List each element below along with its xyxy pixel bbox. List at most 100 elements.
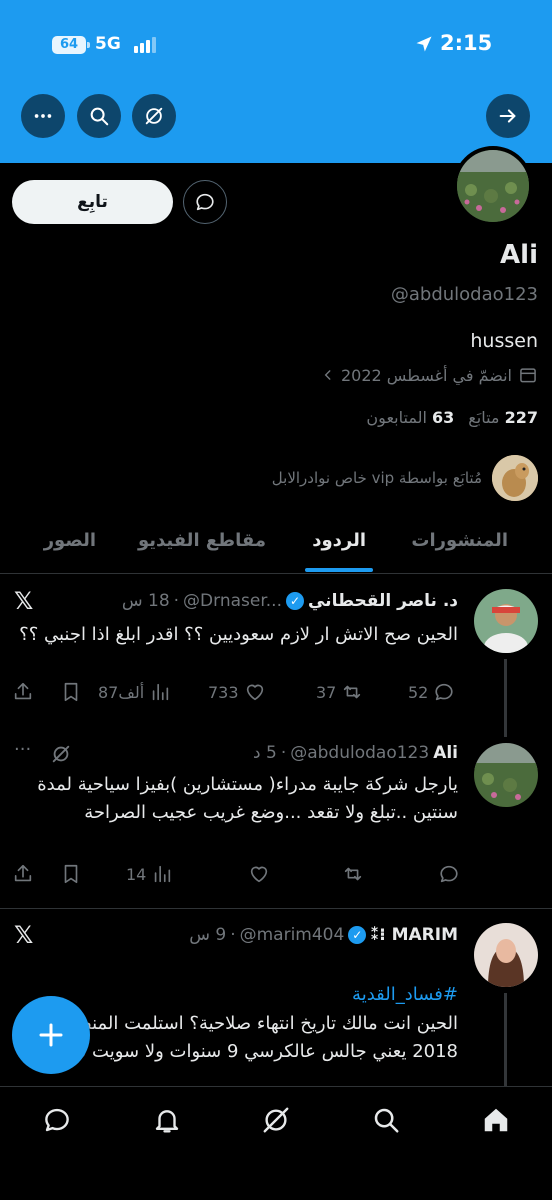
- followed-by-text: مُتابَع بواسطة vip خاص نوادرالابل: [271, 469, 482, 487]
- tweet-2-name[interactable]: Ali: [433, 743, 458, 763]
- grok-icon: [145, 107, 163, 125]
- tweet-2-handle: @abdulodao123: [290, 743, 430, 763]
- followers-stat[interactable]: 63 المتابعون: [366, 408, 454, 427]
- retweet-icon: [344, 867, 362, 881]
- signal-icon: [134, 37, 156, 53]
- tweet-more-icon[interactable]: ···: [14, 739, 31, 760]
- bookmark-icon: [64, 682, 78, 702]
- message-button[interactable]: [183, 180, 227, 224]
- tab-posts[interactable]: المنشورات: [411, 530, 508, 551]
- x-logo-icon: 𝕏: [14, 587, 34, 615]
- nav-grok[interactable]: [259, 1103, 293, 1137]
- tweet-1-header: د. ناصر القحطاني ✓ @Drnaser... · 18 س: [121, 591, 458, 611]
- tweet-3-header: MARIM ⁝⁑ ✓ @marim404 · 9 س: [189, 925, 458, 945]
- x-logo-icon: 𝕏: [14, 921, 34, 949]
- views-count: 14: [126, 864, 147, 884]
- status-bar: 64 5G 2:15: [0, 0, 552, 90]
- follow-button[interactable]: تابِع: [12, 180, 173, 224]
- tab-replies[interactable]: الردود: [312, 530, 366, 551]
- profile-stats: 227 متابَع 63 المتابعون: [366, 408, 538, 427]
- tweet-3-name[interactable]: MARIM ⁝⁑: [370, 925, 458, 945]
- tweet-2-header: Ali @abdulodao123 · 5 د: [253, 743, 458, 763]
- retweet-button[interactable]: 37: [316, 681, 363, 703]
- chevron-left-icon: [324, 370, 331, 380]
- search-button[interactable]: [77, 94, 121, 138]
- followers-label: المتابعون: [366, 408, 427, 427]
- joined-text: انضمّ في أغسطس 2022: [341, 365, 512, 385]
- retweet-button[interactable]: [342, 863, 364, 885]
- grok-icon: [263, 1107, 289, 1133]
- bottom-navigation: [0, 1086, 552, 1200]
- followers-count: 63: [431, 408, 455, 427]
- reply-icon: [440, 865, 458, 883]
- following-count: 227: [504, 408, 538, 427]
- bell-icon: [155, 1110, 179, 1133]
- home-icon: [484, 1108, 508, 1132]
- share-icon: [14, 864, 32, 882]
- battery-indicator: 64: [52, 36, 90, 54]
- nav-messages[interactable]: [40, 1103, 74, 1137]
- tab-videos[interactable]: مقاطع الفيديو: [138, 530, 266, 551]
- tweet-1-handle: @Drnaser...: [183, 591, 282, 611]
- bookmark-button[interactable]: [60, 681, 82, 703]
- share-icon: [14, 682, 32, 700]
- tweet-1-time: 18 س: [121, 591, 170, 611]
- tweet-2-time: 5 د: [253, 743, 277, 763]
- avatar-image: [457, 150, 529, 222]
- message-icon: [45, 1108, 69, 1132]
- profile-avatar[interactable]: [453, 146, 533, 226]
- nav-home[interactable]: [479, 1103, 513, 1137]
- tweet-3-time: 9 س: [189, 925, 227, 945]
- nav-notifications[interactable]: [150, 1103, 184, 1137]
- tweet-1-avatar[interactable]: [474, 589, 538, 653]
- views-icon: [153, 683, 169, 701]
- tweet-3-avatar[interactable]: [474, 923, 538, 987]
- reply-button[interactable]: 52: [408, 681, 455, 703]
- tab-photos[interactable]: الصور: [44, 530, 96, 551]
- nav-search[interactable]: [369, 1103, 403, 1137]
- retweet-icon: [344, 685, 361, 699]
- tweet-3-handle: @marim404: [239, 925, 345, 945]
- reply-button[interactable]: [438, 863, 460, 885]
- profile-tabs: المنشورات الردود مقاطع الفيديو الصور: [0, 512, 552, 574]
- arrow-right-icon: [499, 109, 516, 123]
- message-icon: [196, 193, 214, 211]
- heart-icon: [250, 866, 268, 883]
- followed-by[interactable]: مُتابَع بواسطة vip خاص نوادرالابل: [272, 455, 538, 501]
- more-icon: [34, 114, 52, 118]
- views-button[interactable]: 14: [126, 863, 173, 885]
- active-tab-indicator: [305, 568, 373, 572]
- joined-date: انضمّ في أغسطس 2022: [321, 365, 538, 385]
- thread-line: [504, 659, 507, 737]
- tweet-3-hashtag[interactable]: #فساد_القدية: [18, 981, 458, 1009]
- grok-icon[interactable]: [50, 743, 72, 765]
- tweet-2-text: يارجل شركة جايبة مدراء( مستشارين )بفيزا …: [37, 774, 458, 823]
- views-count: 87ألف: [98, 682, 145, 702]
- profile-name: Ali: [500, 240, 538, 270]
- plus-icon: [39, 1023, 63, 1047]
- like-button[interactable]: 733: [208, 681, 266, 703]
- replies-count: 52: [408, 682, 429, 702]
- more-button[interactable]: [21, 94, 65, 138]
- views-button[interactable]: 87ألف: [98, 681, 171, 703]
- following-stat[interactable]: 227 متابَع: [468, 408, 538, 427]
- divider: [0, 908, 552, 909]
- share-button[interactable]: [12, 681, 34, 703]
- reply-icon: [435, 683, 453, 701]
- verified-icon: ✓: [285, 592, 304, 610]
- bookmark-button[interactable]: [60, 863, 82, 885]
- tweet-1-actions: 87ألف 733 37 52: [12, 681, 472, 711]
- back-button[interactable]: [486, 94, 530, 138]
- clock: 2:15: [440, 31, 493, 55]
- follower-avatar: [492, 455, 538, 501]
- compose-button[interactable]: [12, 996, 90, 1074]
- grok-button[interactable]: [132, 94, 176, 138]
- tweet-2-avatar[interactable]: [474, 743, 538, 807]
- retweets-count: 37: [316, 682, 337, 702]
- tweet-1-name[interactable]: د. ناصر القحطاني: [308, 591, 458, 611]
- search-icon: [90, 107, 109, 126]
- share-button[interactable]: [12, 863, 34, 885]
- bookmark-icon: [64, 864, 78, 884]
- heart-icon: [246, 684, 263, 701]
- like-button[interactable]: [248, 863, 270, 885]
